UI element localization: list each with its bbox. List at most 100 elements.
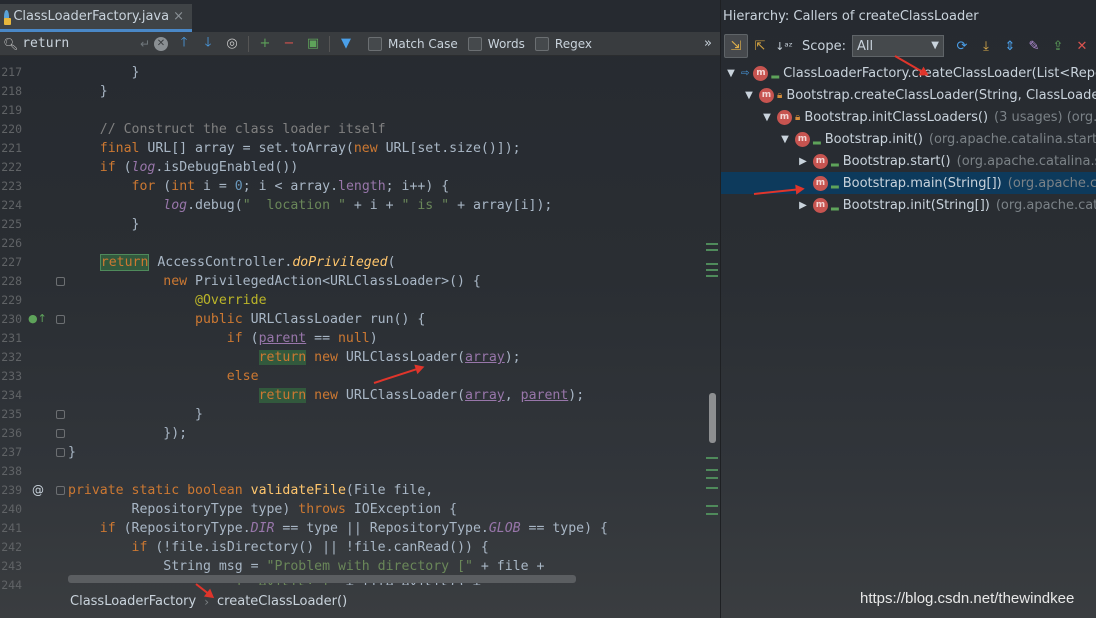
code-line[interactable]: RepositoryType type) throws IOException … xyxy=(68,500,458,519)
code-line[interactable]: if (!file.isDirectory() || !file.canRead… xyxy=(68,538,489,557)
search-box[interactable]: 🔍︎ return ↵ ✕ xyxy=(0,33,172,55)
select-all-occurrences-icon[interactable]: ▣ xyxy=(301,33,325,55)
scrollbar-thumb[interactable] xyxy=(709,393,716,443)
search-input[interactable]: return xyxy=(22,36,122,51)
fold-marker-icon[interactable] xyxy=(56,315,65,324)
public-visibility-icon: ▂ xyxy=(831,199,839,211)
line-number: 226 xyxy=(1,236,22,250)
chevron-down-icon[interactable]: ▼ xyxy=(743,90,755,101)
scope-select[interactable]: All ▼ xyxy=(851,35,944,57)
hierarchy-title: Hierarchy: Callers of createClassLoader xyxy=(723,9,979,24)
words-checkbox[interactable]: Words xyxy=(467,36,525,51)
code-line[interactable]: String msg = "Problem with directory [" … xyxy=(68,557,544,576)
line-number: 223 xyxy=(1,179,22,193)
chevron-down-icon[interactable]: ▼ xyxy=(725,68,737,79)
horizontal-scrollbar[interactable] xyxy=(68,575,576,583)
code-line[interactable]: } xyxy=(68,82,108,101)
refresh-icon[interactable]: ⟳ xyxy=(950,34,974,58)
override-icon[interactable]: ●↑ xyxy=(28,312,47,325)
export-icon[interactable]: ⤓ xyxy=(974,34,998,58)
chevron-right-icon[interactable]: ▶ xyxy=(797,156,809,167)
line-number: 241 xyxy=(1,521,22,535)
code-line[interactable]: } xyxy=(68,443,76,462)
find-all-icon[interactable]: ◎ xyxy=(220,33,244,55)
code-line[interactable]: return AccessController.doPrivileged( xyxy=(68,253,396,272)
pin-icon[interactable]: ✎ xyxy=(1022,34,1046,58)
method-icon: m xyxy=(813,197,828,213)
line-number: 237 xyxy=(1,445,22,459)
search-icon[interactable]: 🔍︎ xyxy=(3,37,18,51)
code-line[interactable]: if (parent == null) xyxy=(68,329,378,348)
callee-hierarchy-icon[interactable]: ⇱ xyxy=(748,34,772,58)
fold-marker-icon[interactable] xyxy=(56,277,65,286)
code-line[interactable]: new PrivilegedAction<URLClassLoader>() { xyxy=(68,272,481,291)
tab-classloaderfactory[interactable]: ClassLoaderFactory.java × xyxy=(0,4,192,32)
code-line[interactable]: for (int i = 0; i < array.length; i++) { xyxy=(68,177,450,196)
fold-marker-icon[interactable] xyxy=(56,486,65,495)
match-case-checkbox[interactable]: Match Case xyxy=(368,36,458,51)
code-line[interactable]: if (RepositoryType.DIR == type || Reposi… xyxy=(68,519,608,538)
code-line[interactable]: private static boolean validateFile(File… xyxy=(68,481,433,500)
code-line[interactable]: return new URLClassLoader(array); xyxy=(68,348,521,367)
code-line[interactable]: // Construct the class loader itself xyxy=(68,120,386,139)
tree-row-method: Bootstrap.init(String[]) xyxy=(842,197,990,213)
expand-all-icon[interactable]: ⇕ xyxy=(998,34,1022,58)
open-in-new-tab-icon[interactable]: ⇪ xyxy=(1046,34,1070,58)
previous-occurrence-icon[interactable]: 🡑 xyxy=(172,33,196,55)
chevron-down-icon[interactable]: ▼ xyxy=(779,134,791,145)
code-line[interactable]: } xyxy=(68,63,140,82)
method-icon: m xyxy=(759,87,774,103)
code-line[interactable]: }); xyxy=(68,424,187,443)
code-line[interactable]: log.debug(" location " + i + " is " + ar… xyxy=(68,196,552,215)
hierarchy-pane: Hierarchy: Callers of createClassLoader … xyxy=(721,0,1096,618)
line-number-gutter: 217 218 219 220 221 222 223 224 225 226 227 228 229 2… xyxy=(0,57,68,592)
sort-alphabetically-icon[interactable]: ↓ᵃᶻ xyxy=(772,34,796,58)
line-number: 231 xyxy=(1,331,22,345)
change-marker xyxy=(706,275,718,277)
tree-row[interactable]: ▶ m ▂ Bootstrap.init(String[]) (org.apache.c… xyxy=(721,194,1096,216)
code-line[interactable]: public URLClassLoader run() { xyxy=(68,310,425,329)
caller-hierarchy-icon[interactable]: ⇲ xyxy=(724,34,748,58)
fold-marker-icon[interactable] xyxy=(56,448,65,457)
tree-row[interactable]: ▶ m ▂ Bootstrap.start() (org.apache.catalina… xyxy=(721,150,1096,172)
breadcrumb-method[interactable]: createClassLoader() xyxy=(217,594,347,609)
tree-row-package: (org.apache.catalina.startup) xyxy=(995,197,1096,213)
code-line[interactable]: if (log.isDebugEnabled()) xyxy=(68,158,299,177)
divider xyxy=(329,35,330,52)
breadcrumb-class[interactable]: ClassLoaderFactory xyxy=(70,594,196,609)
more-options-icon[interactable]: » xyxy=(704,36,712,51)
remove-selection-icon[interactable]: − xyxy=(277,33,301,55)
tree-row[interactable]: ▼ m 🔒︎ Bootstrap.initClassLoaders() (3 usage… xyxy=(721,106,1096,128)
code-line[interactable]: final URL[] array = set.toArray(new URL[… xyxy=(68,139,521,158)
clear-icon[interactable]: ✕ xyxy=(154,36,168,51)
method-icon: m xyxy=(753,65,769,81)
regex-checkbox[interactable]: Regex xyxy=(534,36,592,51)
code-line[interactable]: } xyxy=(68,405,203,424)
annotation-icon[interactable]: @ xyxy=(32,483,44,497)
add-selection-icon[interactable]: + xyxy=(253,33,277,55)
tree-row-method: Bootstrap.init() xyxy=(824,131,923,147)
change-marker xyxy=(706,243,718,245)
filter-icon[interactable]: ▼ xyxy=(334,33,358,55)
close-icon[interactable]: × xyxy=(173,9,184,24)
chevron-down-icon[interactable]: ▼ xyxy=(761,112,773,123)
close-icon[interactable]: ✕ xyxy=(1070,34,1094,58)
code-area[interactable]: } } // Construct the class loader itself… xyxy=(68,57,704,585)
fold-marker-icon[interactable] xyxy=(56,410,65,419)
line-number: 233 xyxy=(1,369,22,383)
tree-row[interactable]: ▼ m 🔒︎ Bootstrap.createClassLoader(String, … xyxy=(721,84,1096,106)
next-occurrence-icon[interactable]: 🡓 xyxy=(196,33,220,55)
tree-row-method: Bootstrap.createClassLoader(String, Clas… xyxy=(786,87,1096,103)
private-lock-icon: 🔒︎ xyxy=(777,89,783,101)
change-marker xyxy=(706,263,718,265)
code-line[interactable]: @Override xyxy=(68,291,266,310)
tree-row-package: (org.apache.catalina.startup) xyxy=(928,131,1096,147)
tree-row[interactable]: ▼ m ▂ Bootstrap.init() (org.apache.catalina.… xyxy=(721,128,1096,150)
chevron-right-icon[interactable]: ▶ xyxy=(797,200,809,211)
code-line[interactable]: return new URLClassLoader(array, parent)… xyxy=(68,386,584,405)
tree-row-method: Bootstrap.start() xyxy=(842,153,951,169)
code-line[interactable]: } xyxy=(68,215,140,234)
code-line[interactable]: else xyxy=(68,367,259,386)
fold-marker-icon[interactable] xyxy=(56,429,65,438)
vertical-scrollbar[interactable] xyxy=(706,57,720,585)
